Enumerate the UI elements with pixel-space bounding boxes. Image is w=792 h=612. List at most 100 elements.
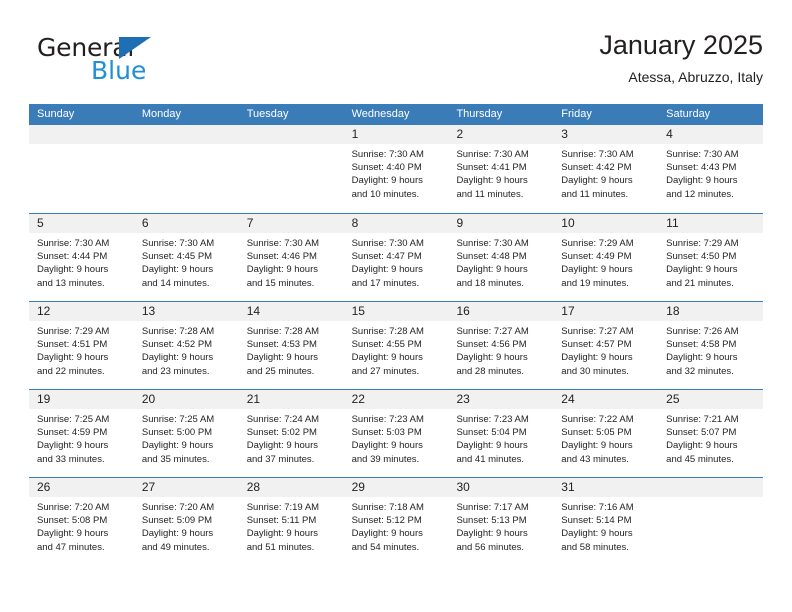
calendar-day-cell[interactable]: 27 Sunrise: 7:20 AM Sunset: 5:09 PM Dayligh… bbox=[133, 478, 239, 565]
day-detail-line: Sunset: 4:49 PM bbox=[561, 251, 632, 263]
day-detail-line: Daylight: 9 hours bbox=[141, 352, 214, 364]
day-details: Sunrise: 7:30 AM Sunset: 4:41 PM Daylight:… bbox=[448, 144, 553, 201]
calendar-day-cell[interactable]: 12 Sunrise: 7:29 AM Sunset: 4:51 PM Dayligh… bbox=[29, 302, 134, 389]
day-detail-line: Sunset: 4:44 PM bbox=[37, 251, 108, 263]
day-number: 16 bbox=[448, 302, 554, 321]
day-detail-line: Sunrise: 7:30 AM bbox=[351, 149, 424, 160]
day-detail-line: and 12 minutes. bbox=[666, 188, 734, 200]
day-detail-line: Sunset: 4:42 PM bbox=[561, 162, 632, 174]
calendar-day-cell[interactable]: 25 Sunrise: 7:21 AM Sunset: 5:07 PM Dayligh… bbox=[658, 390, 764, 477]
day-detail-line: Sunset: 4:41 PM bbox=[456, 162, 527, 174]
day-detail-line: Sunrise: 7:20 AM bbox=[37, 502, 110, 513]
general-blue-logo[interactable]: General Blue bbox=[29, 34, 229, 90]
day-detail-line: Daylight: 9 hours bbox=[141, 528, 214, 540]
calendar-day-cell[interactable]: 6 Sunrise: 7:30 AM Sunset: 4:45 PM Daylight… bbox=[133, 214, 239, 301]
day-number: 4 bbox=[658, 125, 764, 144]
weekday-header-sunday: Sunday bbox=[37, 108, 75, 120]
calendar-week-row: 26 Sunrise: 7:20 AM Sunset: 5:08 PM Dayligh… bbox=[29, 477, 764, 565]
day-detail-line: and 28 minutes. bbox=[456, 365, 525, 377]
day-detail-line: and 30 minutes. bbox=[561, 365, 629, 377]
day-detail-line: Daylight: 9 hours bbox=[37, 440, 109, 452]
calendar-day-cell[interactable]: 28 Sunrise: 7:19 AM Sunset: 5:11 PM Dayligh… bbox=[238, 478, 344, 565]
calendar-day-cell[interactable]: 31 Sunrise: 7:16 AM Sunset: 5:14 PM Dayligh… bbox=[553, 478, 659, 565]
calendar-day-cell[interactable]: 18 Sunrise: 7:26 AM Sunset: 4:58 PM Dayligh… bbox=[658, 302, 764, 389]
day-details: Sunrise: 7:30 AM Sunset: 4:48 PM Daylight:… bbox=[448, 233, 553, 290]
day-detail-line: Sunrise: 7:20 AM bbox=[141, 502, 215, 513]
calendar-day-cell[interactable]: 3 Sunrise: 7:30 AM Sunset: 4:42 PM Daylight… bbox=[553, 125, 659, 213]
day-detail-line: Sunset: 4:45 PM bbox=[141, 251, 213, 263]
day-details: Sunrise: 7:25 AM Sunset: 5:00 PM Daylight:… bbox=[134, 409, 239, 466]
day-detail-line: Daylight: 9 hours bbox=[246, 264, 319, 276]
day-detail-line: and 43 minutes. bbox=[561, 453, 629, 465]
day-detail-line: Daylight: 9 hours bbox=[37, 528, 109, 540]
calendar-empty-cell bbox=[29, 125, 134, 213]
day-detail-line: Sunset: 4:58 PM bbox=[666, 339, 737, 351]
day-detail-line: Sunrise: 7:25 AM bbox=[37, 414, 110, 425]
day-detail-line: Sunset: 4:40 PM bbox=[351, 162, 422, 174]
calendar-day-cell[interactable]: 2 Sunrise: 7:30 AM Sunset: 4:41 PM Daylight… bbox=[448, 125, 554, 213]
day-detail-line: and 21 minutes. bbox=[666, 277, 734, 289]
calendar-day-cell[interactable]: 22 Sunrise: 7:23 AM Sunset: 5:03 PM Dayligh… bbox=[343, 390, 449, 477]
calendar-day-cell[interactable]: 15 Sunrise: 7:28 AM Sunset: 4:55 PM Dayligh… bbox=[343, 302, 449, 389]
day-number: 30 bbox=[448, 478, 554, 497]
day-details: Sunrise: 7:17 AM Sunset: 5:13 PM Daylight:… bbox=[448, 497, 553, 554]
day-detail-line: and 10 minutes. bbox=[351, 188, 420, 200]
calendar-day-cell[interactable]: 26 Sunrise: 7:20 AM Sunset: 5:08 PM Dayligh… bbox=[29, 478, 134, 565]
calendar-day-cell[interactable]: 16 Sunrise: 7:27 AM Sunset: 4:56 PM Dayligh… bbox=[448, 302, 554, 389]
day-detail-line: and 32 minutes. bbox=[666, 365, 734, 377]
weekday-header-wednesday: Wednesday bbox=[351, 108, 410, 120]
day-detail-line: Daylight: 9 hours bbox=[561, 352, 633, 364]
day-detail-line: Sunset: 5:00 PM bbox=[141, 427, 213, 439]
day-number: 13 bbox=[133, 302, 239, 321]
calendar-day-cell[interactable]: 11 Sunrise: 7:29 AM Sunset: 4:50 PM Dayligh… bbox=[658, 214, 764, 301]
day-detail-line: Sunset: 4:56 PM bbox=[456, 339, 527, 351]
calendar-day-cell[interactable]: 14 Sunrise: 7:28 AM Sunset: 4:53 PM Dayligh… bbox=[238, 302, 344, 389]
day-number: 27 bbox=[133, 478, 239, 497]
day-detail-line: Sunrise: 7:24 AM bbox=[246, 414, 320, 425]
calendar-day-cell[interactable]: 23 Sunrise: 7:23 AM Sunset: 5:04 PM Dayligh… bbox=[448, 390, 554, 477]
day-detail-line: Sunset: 5:02 PM bbox=[246, 427, 317, 439]
day-details: Sunrise: 7:30 AM Sunset: 4:42 PM Daylight:… bbox=[553, 144, 658, 201]
calendar-week-row: 19 Sunrise: 7:25 AM Sunset: 4:59 PM Dayligh… bbox=[29, 389, 764, 477]
calendar-day-cell[interactable]: 4 Sunrise: 7:30 AM Sunset: 4:43 PM Daylight… bbox=[658, 125, 764, 213]
calendar-day-cell[interactable]: 5 Sunrise: 7:30 AM Sunset: 4:44 PM Daylight… bbox=[29, 214, 134, 301]
day-detail-line: Sunrise: 7:30 AM bbox=[561, 149, 634, 160]
calendar-day-cell[interactable]: 21 Sunrise: 7:24 AM Sunset: 5:02 PM Dayligh… bbox=[238, 390, 344, 477]
day-detail-line: Daylight: 9 hours bbox=[666, 175, 738, 187]
day-detail-line: Sunrise: 7:26 AM bbox=[666, 326, 739, 337]
calendar-day-cell[interactable]: 17 Sunrise: 7:27 AM Sunset: 4:57 PM Dayligh… bbox=[553, 302, 659, 389]
calendar-day-cell[interactable]: 7 Sunrise: 7:30 AM Sunset: 4:46 PM Daylight… bbox=[238, 214, 344, 301]
day-detail-line: Sunset: 5:04 PM bbox=[456, 427, 527, 439]
day-detail-line: Daylight: 9 hours bbox=[351, 352, 423, 364]
weekday-header-saturday: Saturday bbox=[666, 108, 711, 120]
calendar-day-cell[interactable]: 24 Sunrise: 7:22 AM Sunset: 5:05 PM Dayligh… bbox=[553, 390, 659, 477]
calendar-grid: Sunday Monday Tuesday Wednesday Thursday Frid… bbox=[29, 104, 764, 565]
day-details bbox=[658, 497, 763, 501]
day-details: Sunrise: 7:24 AM Sunset: 5:02 PM Daylight:… bbox=[239, 409, 344, 466]
day-detail-line: Sunrise: 7:30 AM bbox=[37, 238, 110, 249]
logo-word-blue: Blue bbox=[91, 56, 147, 85]
calendar-day-cell[interactable]: 30 Sunrise: 7:17 AM Sunset: 5:13 PM Dayligh… bbox=[448, 478, 554, 565]
day-detail-line: Sunset: 4:48 PM bbox=[456, 251, 527, 263]
day-number: 10 bbox=[553, 214, 659, 233]
day-details: Sunrise: 7:18 AM Sunset: 5:12 PM Daylight:… bbox=[344, 497, 449, 554]
day-number: 28 bbox=[238, 478, 344, 497]
day-detail-line: Sunrise: 7:30 AM bbox=[666, 149, 739, 160]
calendar-day-cell[interactable]: 10 Sunrise: 7:29 AM Sunset: 4:49 PM Dayligh… bbox=[553, 214, 659, 301]
day-detail-line: Sunset: 4:47 PM bbox=[351, 251, 422, 263]
day-detail-line: and 39 minutes. bbox=[351, 453, 420, 465]
day-detail-line: Daylight: 9 hours bbox=[351, 175, 423, 187]
calendar-day-cell[interactable]: 9 Sunrise: 7:30 AM Sunset: 4:48 PM Daylight… bbox=[448, 214, 554, 301]
calendar-day-cell[interactable]: 20 Sunrise: 7:25 AM Sunset: 5:00 PM Dayligh… bbox=[133, 390, 239, 477]
calendar-day-cell[interactable]: 19 Sunrise: 7:25 AM Sunset: 4:59 PM Dayligh… bbox=[29, 390, 134, 477]
calendar-day-cell[interactable]: 8 Sunrise: 7:30 AM Sunset: 4:47 PM Daylight… bbox=[343, 214, 449, 301]
day-detail-line: and 56 minutes. bbox=[456, 541, 525, 553]
day-details: Sunrise: 7:30 AM Sunset: 4:44 PM Daylight:… bbox=[29, 233, 134, 290]
day-detail-line: Sunset: 5:11 PM bbox=[246, 515, 317, 527]
calendar-day-cell[interactable]: 13 Sunrise: 7:28 AM Sunset: 4:52 PM Dayligh… bbox=[133, 302, 239, 389]
title-block: January 2025 Atessa, Abruzzo, Italy bbox=[599, 28, 763, 87]
calendar-day-cell[interactable]: 1 Sunrise: 7:30 AM Sunset: 4:40 PM Daylight… bbox=[343, 125, 449, 213]
day-detail-line: Daylight: 9 hours bbox=[561, 528, 633, 540]
day-detail-line: Daylight: 9 hours bbox=[456, 264, 528, 276]
calendar-day-cell[interactable]: 29 Sunrise: 7:18 AM Sunset: 5:12 PM Dayligh… bbox=[343, 478, 449, 565]
